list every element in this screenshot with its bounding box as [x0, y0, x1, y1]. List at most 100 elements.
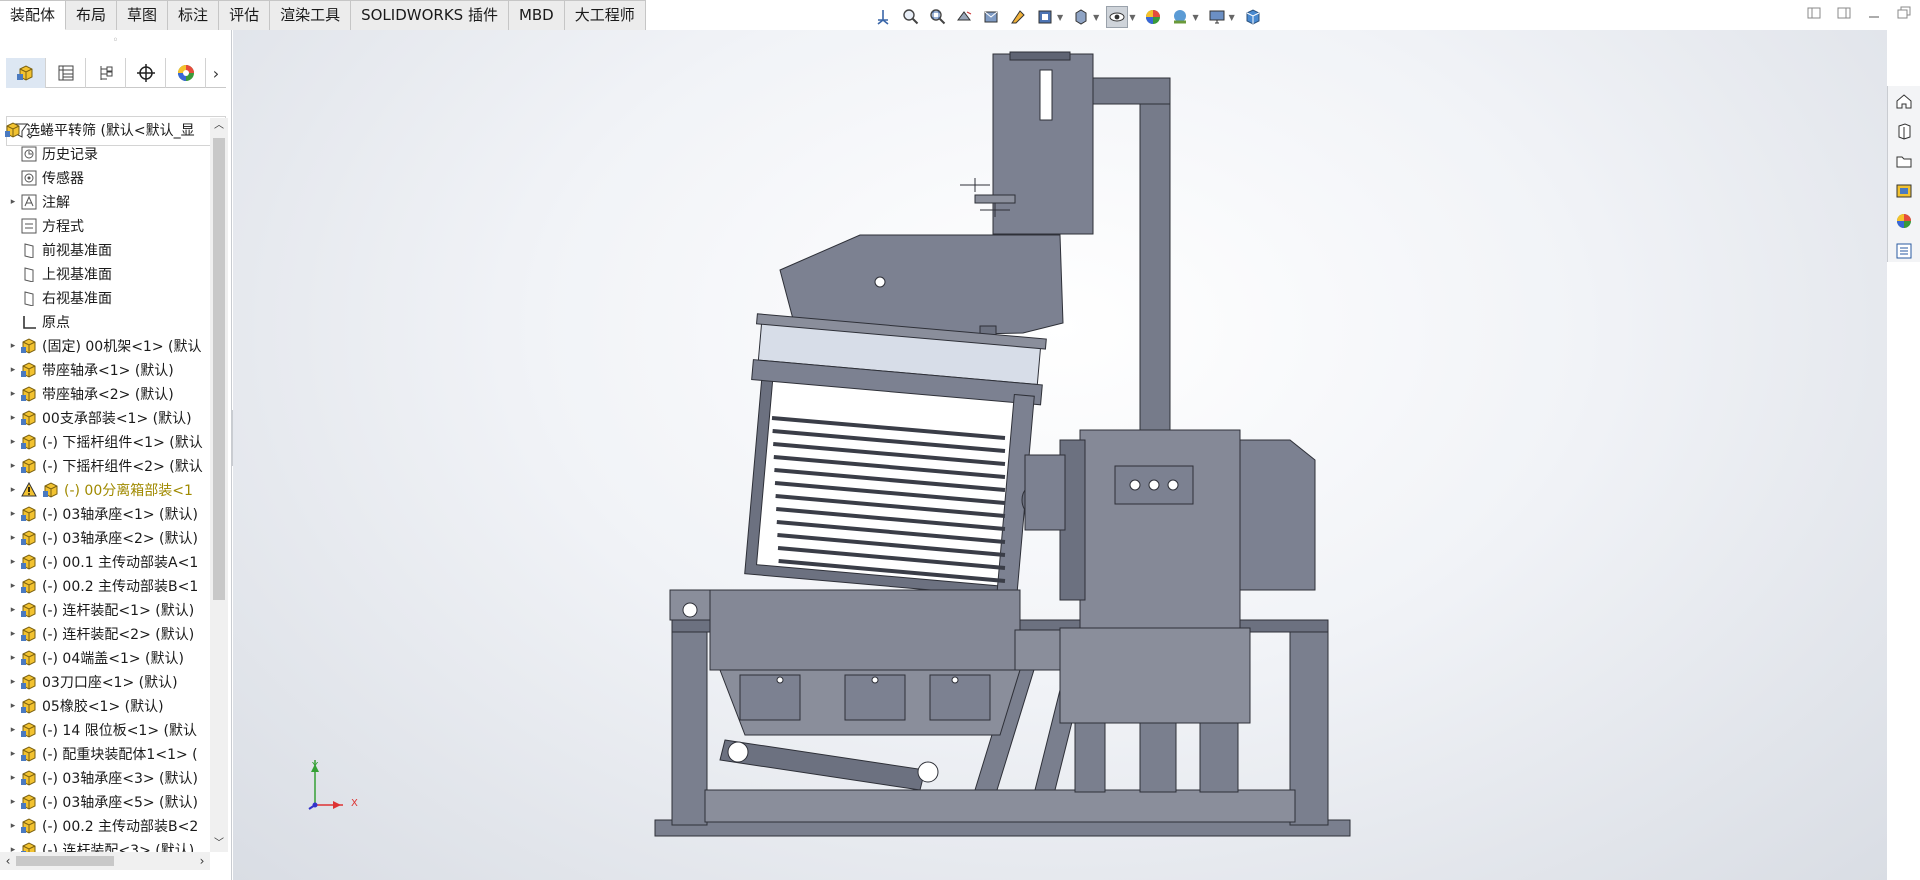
tree-item[interactable]: ▸ 05橡胶<1> (默认)	[0, 694, 210, 718]
configurationmanager-icon[interactable]	[86, 58, 126, 88]
minimize-icon[interactable]	[1866, 6, 1882, 22]
expand-arrow-icon[interactable]: ▸	[6, 557, 20, 567]
dimxpert-icon[interactable]	[126, 58, 166, 88]
expand-arrow-icon[interactable]: ▸	[6, 677, 20, 687]
more-tabs-chevron-icon[interactable]: ›	[206, 58, 226, 88]
tree-item[interactable]: ▸ (-) 03轴承座<2> (默认)	[0, 526, 210, 550]
expand-arrow-icon[interactable]: ▸	[6, 413, 20, 423]
cube-icon[interactable]	[1242, 6, 1264, 28]
apply-scene-icon[interactable]	[1169, 6, 1191, 28]
tree-item[interactable]: ▸ (-) 连杆装配<3> (默认)	[0, 838, 210, 852]
tab-6[interactable]: SOLIDWORKS 插件	[351, 0, 509, 30]
tab-2[interactable]: 草图	[117, 0, 169, 30]
expand-arrow-icon[interactable]: ▸	[6, 701, 20, 711]
display-manager-icon[interactable]	[166, 58, 206, 88]
chevron-down-icon[interactable]: ▼	[1093, 13, 1099, 22]
tree-item[interactable]: ▸ 00支承部装<1> (默认)	[0, 406, 210, 430]
expand-arrow-icon[interactable]: ▸	[6, 365, 20, 375]
graphics-area[interactable]: Y X	[233, 30, 1887, 880]
tab-8[interactable]: 大工程师	[564, 0, 646, 30]
expand-arrow-icon[interactable]: ▸	[6, 773, 20, 783]
view-settings-icon[interactable]	[1034, 6, 1056, 28]
tree-item[interactable]: ▸ (-) 14 限位板<1> (默认	[0, 718, 210, 742]
scroll-thumb[interactable]	[16, 856, 114, 866]
chevron-down-icon[interactable]: ▼	[1129, 13, 1135, 22]
machine-assembly-model[interactable]	[233, 30, 1887, 880]
tab-3[interactable]: 标注	[168, 0, 220, 30]
expand-arrow-icon[interactable]: ▸	[6, 629, 20, 639]
tab-7[interactable]: MBD	[508, 0, 565, 30]
appearances-icon[interactable]	[1893, 210, 1915, 232]
hide-show-icon[interactable]	[1106, 6, 1129, 28]
tree-item[interactable]: ▸ (-) 连杆装配<1> (默认)	[0, 598, 210, 622]
edit-appearance-icon[interactable]	[1142, 6, 1164, 28]
expand-arrow-icon[interactable]: ▸	[6, 653, 20, 663]
restore-left-icon[interactable]	[1806, 6, 1822, 22]
chevron-down-icon[interactable]: ▼	[1057, 13, 1063, 22]
restore-right-icon[interactable]	[1836, 6, 1852, 22]
view-settings-monitor-icon[interactable]	[1206, 6, 1228, 28]
tree-item[interactable]: ▸ (-) 连杆装配<2> (默认)	[0, 622, 210, 646]
expand-arrow-icon[interactable]: ▸	[6, 749, 20, 759]
expand-arrow-icon[interactable]: ▸	[6, 581, 20, 591]
zoom-to-fit-icon[interactable]	[899, 6, 921, 28]
view-orientation-icon[interactable]	[872, 6, 894, 28]
tree-item[interactable]: ▸ 带座轴承<1> (默认)	[0, 358, 210, 382]
tree-item[interactable]: ▸ (-) 配重块装配体1<1> (	[0, 742, 210, 766]
tree-item[interactable]: ▸ (-) 03轴承座<5> (默认)	[0, 790, 210, 814]
expand-arrow-icon[interactable]: ▸	[6, 461, 20, 471]
tree-root-assembly[interactable]: 选蜷平转筛 (默认<默认_显	[0, 118, 210, 142]
propertymanager-icon[interactable]	[46, 58, 86, 88]
tree-item[interactable]: 传感器	[0, 166, 210, 190]
expand-arrow-icon[interactable]: ▸	[6, 197, 20, 207]
expand-arrow-icon[interactable]: ▸	[6, 509, 20, 519]
chevron-down-icon[interactable]: ▼	[1229, 13, 1235, 22]
expand-arrow-icon[interactable]: ▸	[6, 725, 20, 735]
expand-arrow-icon[interactable]: ▸	[6, 437, 20, 447]
view-palette-icon[interactable]	[1893, 180, 1915, 202]
expand-arrow-icon[interactable]: ▸	[6, 821, 20, 831]
zoom-to-area-icon[interactable]	[926, 6, 948, 28]
tree-item[interactable]: ▸ (-) 00.1 主传动部装A<1	[0, 550, 210, 574]
scroll-up-icon[interactable]: ︿	[210, 118, 228, 134]
tree-item[interactable]: ▸ (-) 04端盖<1> (默认)	[0, 646, 210, 670]
maximize-icon[interactable]	[1896, 6, 1912, 22]
chevron-down-icon[interactable]: ▼	[1192, 13, 1198, 22]
tree-item[interactable]: ▸ (-) 下摇杆组件<1> (默认	[0, 430, 210, 454]
tree-item[interactable]: 右视基准面	[0, 286, 210, 310]
file-explorer-icon[interactable]	[1893, 150, 1915, 172]
tab-0[interactable]: 装配体	[0, 0, 67, 30]
tree-item[interactable]: 历史记录	[0, 142, 210, 166]
expand-arrow-icon[interactable]: ▸	[6, 389, 20, 399]
scroll-right-icon[interactable]: ›	[194, 852, 210, 870]
dynamic-annotation-icon[interactable]	[1007, 6, 1029, 28]
scroll-thumb[interactable]	[213, 138, 225, 600]
tree-item[interactable]: ▸ (-) 下摇杆组件<2> (默认	[0, 454, 210, 478]
tree-item[interactable]: 上视基准面	[0, 262, 210, 286]
expand-arrow-icon[interactable]: ▸	[6, 533, 20, 543]
tree-vertical-scrollbar[interactable]: ︿ ﹀	[210, 118, 228, 852]
tree-item[interactable]: ▸ 03刀口座<1> (默认)	[0, 670, 210, 694]
section-view-icon[interactable]	[980, 6, 1002, 28]
design-library-icon[interactable]	[1893, 120, 1915, 142]
tree-item[interactable]: ▸ (-) 00.2 主传动部装B<2	[0, 814, 210, 838]
expand-arrow-icon[interactable]: ▸	[6, 605, 20, 615]
scroll-down-icon[interactable]: ﹀	[210, 836, 228, 852]
tree-item[interactable]: ▸ (-) 00.2 主传动部装B<1	[0, 574, 210, 598]
expand-arrow-icon[interactable]: ▸	[6, 845, 20, 852]
expand-arrow-icon[interactable]: ▸	[6, 797, 20, 807]
featuremanager-icon[interactable]	[6, 58, 46, 88]
previous-view-icon[interactable]	[953, 6, 975, 28]
scroll-left-icon[interactable]: ‹	[0, 852, 16, 870]
tab-4[interactable]: 评估	[219, 0, 271, 30]
home-icon[interactable]	[1893, 90, 1915, 112]
expand-arrow-icon[interactable]: ▸	[6, 341, 20, 351]
expand-arrow-icon[interactable]: ▸	[6, 485, 20, 495]
tree-item[interactable]: ▸ 带座轴承<2> (默认)	[0, 382, 210, 406]
tree-item[interactable]: ▸ 注解	[0, 190, 210, 214]
tree-item[interactable]: ▸ (-) 00分离箱部装<1	[0, 478, 210, 502]
tab-1[interactable]: 布局	[66, 0, 118, 30]
tree-item[interactable]: ▸ (固定) 00机架<1> (默认	[0, 334, 210, 358]
display-style-icon[interactable]	[1070, 6, 1092, 28]
tree-item[interactable]: 方程式	[0, 214, 210, 238]
